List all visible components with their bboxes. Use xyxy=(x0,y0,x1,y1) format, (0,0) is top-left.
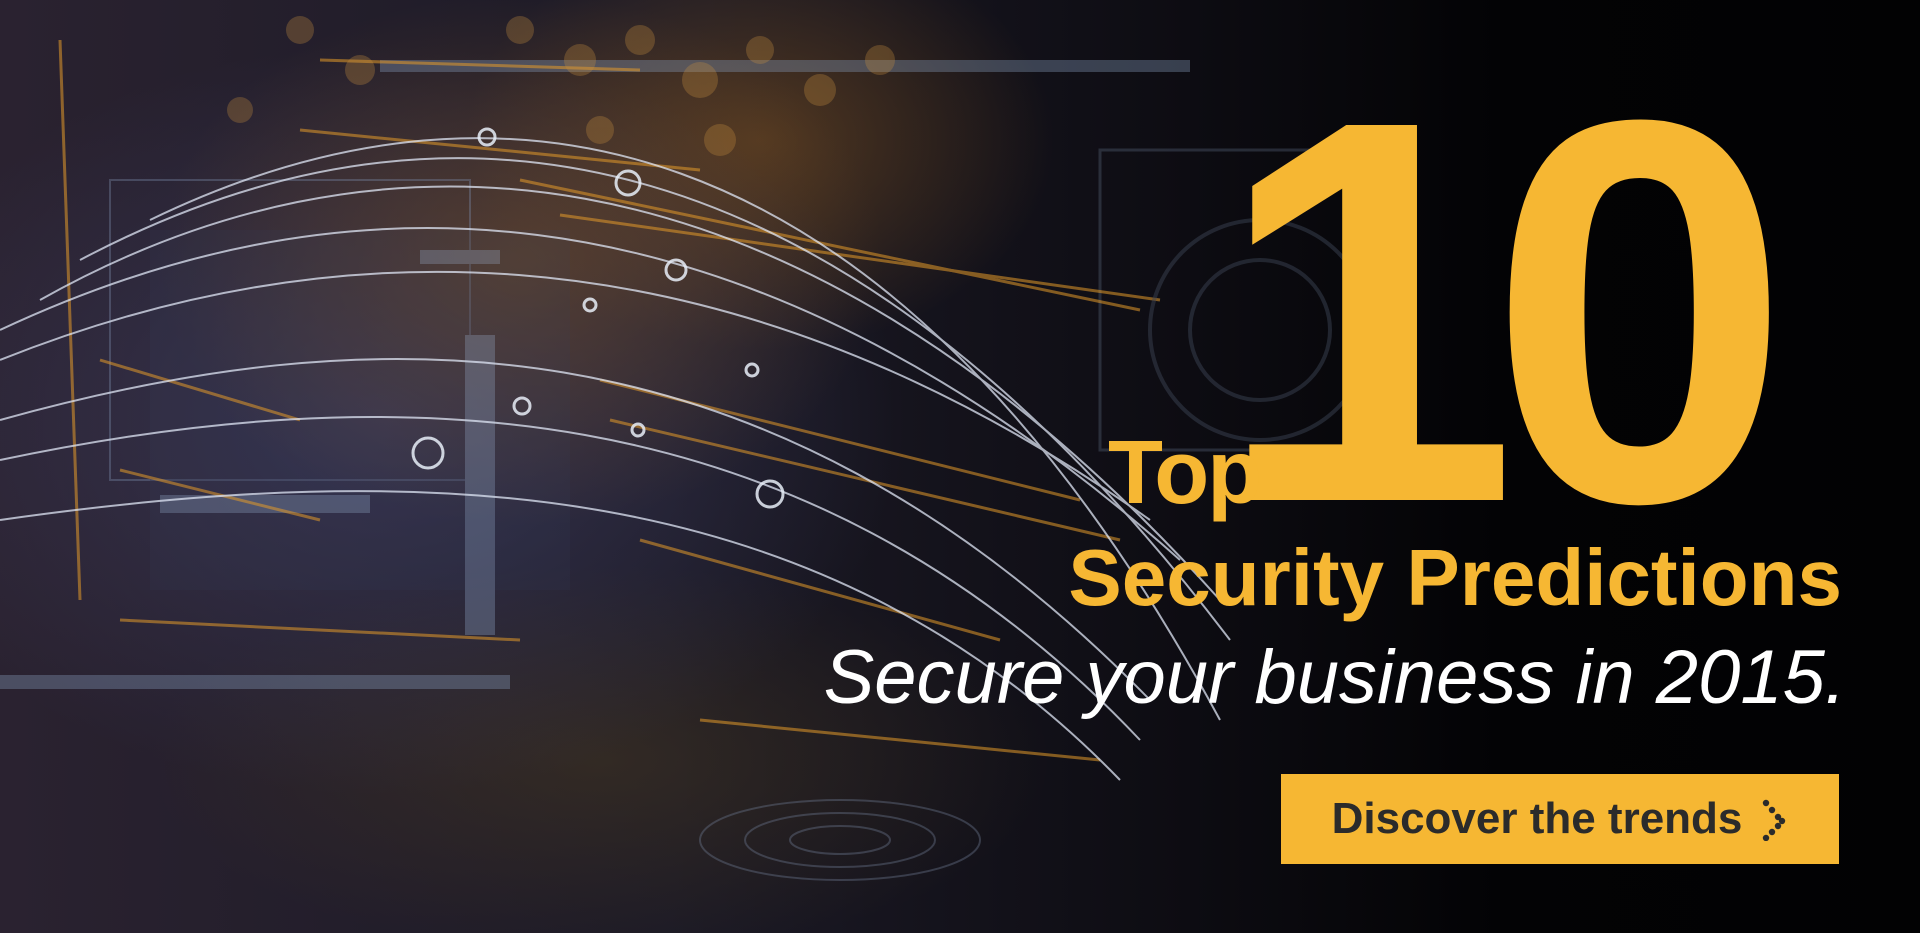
headline-number: 10 xyxy=(1215,8,1791,616)
headline-subtitle: Secure your business in 2015. xyxy=(823,635,1846,720)
discover-trends-label: Discover the trends xyxy=(1331,794,1743,843)
headline-title: Security Predictions xyxy=(1068,533,1842,622)
chevron-right-icon xyxy=(1760,797,1788,842)
discover-trends-button[interactable]: Discover the trends xyxy=(1281,774,1839,864)
headline-top-label: Top xyxy=(1108,423,1262,523)
hero-banner: 10 Top Security Predictions Secure your … xyxy=(0,0,1920,933)
